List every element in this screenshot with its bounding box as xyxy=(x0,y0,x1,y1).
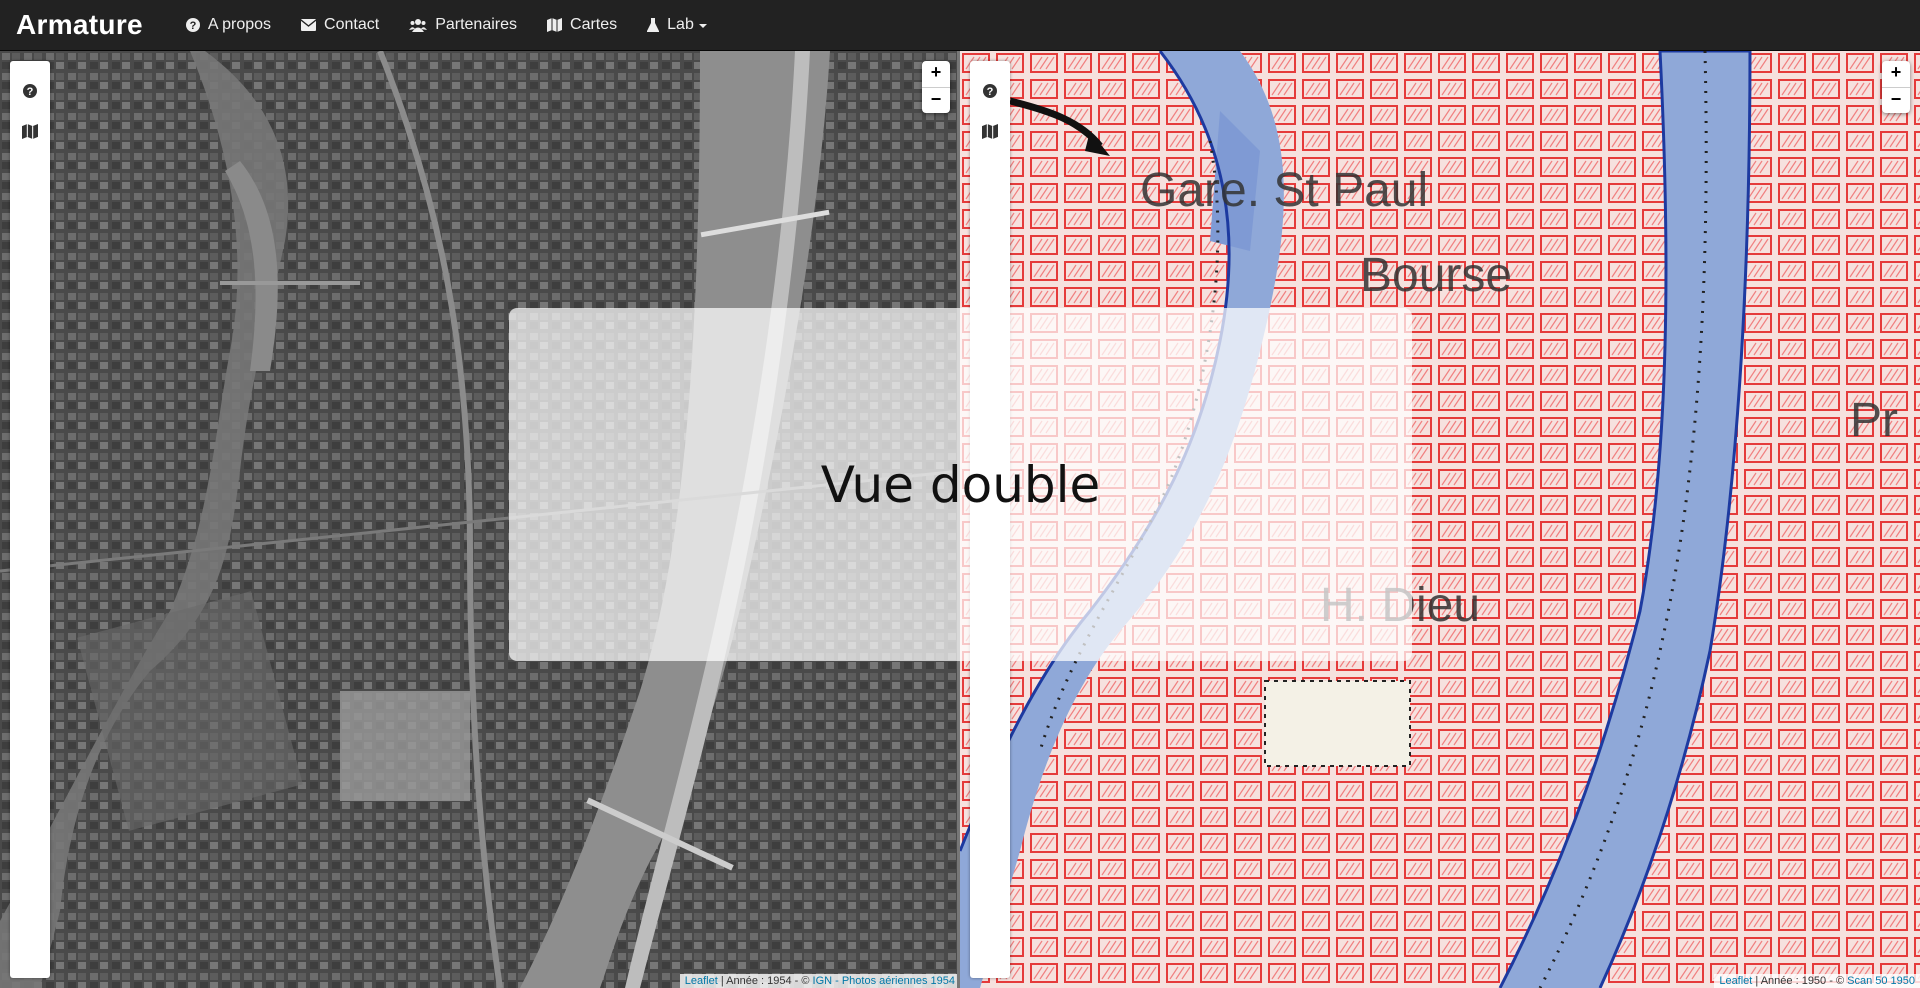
layers-button[interactable] xyxy=(970,113,1010,149)
overlay-title: Vue double xyxy=(820,455,1101,514)
map-icon xyxy=(547,18,563,32)
source-link[interactable]: Scan 50 1950 xyxy=(1847,975,1915,987)
label-pr: Pr xyxy=(1850,394,1898,447)
help-button[interactable]: ? xyxy=(970,73,1010,109)
help-button[interactable]: ? xyxy=(10,73,50,109)
navbar: Armature ? A propos Contact Partenaires … xyxy=(0,0,1920,51)
zoom-in-button[interactable]: + xyxy=(922,61,950,87)
view-mode-overlay: Vue double xyxy=(509,308,1412,661)
nav-item-contact[interactable]: Contact xyxy=(286,0,394,51)
users-icon xyxy=(409,18,428,32)
left-attribution: Leaflet | Année : 1954 - © IGN - Photos … xyxy=(679,974,960,988)
brand-logo[interactable]: Armature xyxy=(0,9,159,41)
question-circle-icon: ? xyxy=(983,84,997,98)
nav-item-lab[interactable]: Lab xyxy=(632,0,722,51)
nav-item-partenaires[interactable]: Partenaires xyxy=(394,0,532,51)
left-zoom-control: + − xyxy=(922,61,950,113)
question-circle-icon: ? xyxy=(23,84,37,98)
label-gare-st-paul: Gare. St Paul xyxy=(1140,164,1428,217)
nav-item-label: Cartes xyxy=(570,16,618,33)
zoom-out-button[interactable]: − xyxy=(922,87,950,113)
nav-item-label: A propos xyxy=(207,16,272,33)
attribution-text: | Année : 1950 - © xyxy=(1752,975,1848,987)
svg-text:?: ? xyxy=(987,86,994,98)
svg-text:?: ? xyxy=(190,20,197,32)
nav-item-a-propos[interactable]: ? A propos xyxy=(171,0,286,51)
flask-icon xyxy=(647,18,660,32)
nav-menu: ? A propos Contact Partenaires Cartes La… xyxy=(171,0,722,51)
right-attribution: Leaflet | Année : 1950 - © Scan 50 1950 xyxy=(1714,974,1920,988)
leaflet-link[interactable]: Leaflet xyxy=(1719,975,1752,987)
nav-item-label: Contact xyxy=(324,16,380,33)
layers-button[interactable] xyxy=(10,113,50,149)
zoom-in-button[interactable]: + xyxy=(1882,61,1910,87)
svg-text:?: ? xyxy=(27,86,34,98)
attribution-text: | Année : 1954 - © xyxy=(717,975,813,987)
left-sidebar: ? xyxy=(10,61,50,978)
chevron-down-icon xyxy=(698,24,707,28)
envelope-icon xyxy=(301,19,317,31)
leaflet-link[interactable]: Leaflet xyxy=(685,975,718,987)
map-icon xyxy=(982,123,998,139)
zoom-out-button[interactable]: − xyxy=(1882,87,1910,113)
right-zoom-control: + − xyxy=(1882,61,1910,113)
nav-item-label: Partenaires xyxy=(435,16,518,33)
source-link[interactable]: IGN - Photos aériennes 1954 xyxy=(813,975,955,987)
nav-item-cartes[interactable]: Cartes xyxy=(532,0,632,51)
question-circle-icon: ? xyxy=(185,18,200,32)
nav-item-label: Lab xyxy=(667,16,694,33)
label-bourse: Bourse xyxy=(1360,249,1512,302)
map-icon xyxy=(22,123,38,139)
